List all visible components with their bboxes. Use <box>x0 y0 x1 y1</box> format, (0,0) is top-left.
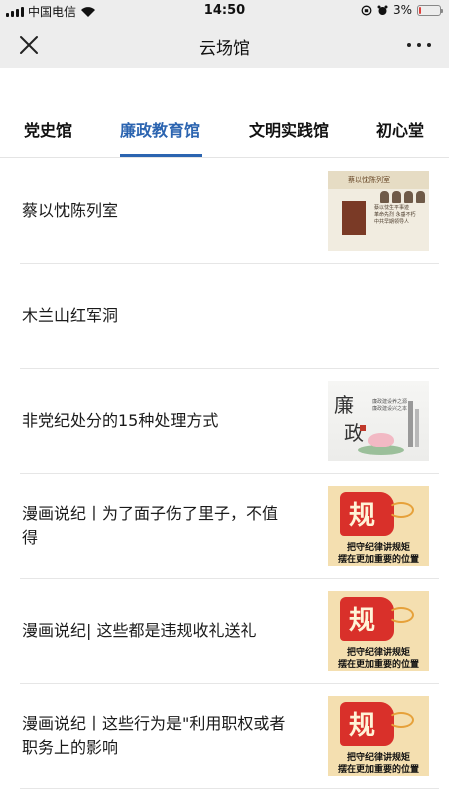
tab-original-aspiration[interactable]: 初心堂 <box>376 117 424 141</box>
list-item[interactable]: 蔡以忱陈列室 蔡以忱陈列室 蔡以忱生平事迹 革命先烈 永垂不朽 中共早期领导人 <box>20 159 439 264</box>
tab-clean-governance[interactable]: 廉政教育馆 <box>120 117 200 141</box>
thumb-char: 廉 <box>334 393 354 417</box>
thumbnail-image: 蔡以忱陈列室 蔡以忱生平事迹 革命先烈 永垂不朽 中共早期领导人 <box>328 171 429 251</box>
page-title: 云场馆 <box>199 39 250 59</box>
thumb-char: 规 <box>349 606 376 636</box>
tab-civilization-practice[interactable]: 文明实践馆 <box>249 117 329 141</box>
list-item[interactable]: 非党纪处分的15种处理方式 廉 政 廉政建设养之源 廉政建设兴之本 <box>20 369 439 474</box>
thumbnail-image: 规 把守纪律讲规矩 摆在更加重要的位置 <box>328 486 429 566</box>
item-title: 漫画说纪| 这些都是违规收礼送礼 <box>22 621 257 640</box>
thumb-line: 摆在更加重要的位置 <box>337 765 419 775</box>
item-title: 木兰山红军洞 <box>22 306 119 325</box>
thumb-text: 蔡以忱生平事迹 革命先烈 永垂不朽 中共早期领导人 <box>374 205 416 225</box>
nav-bar: 云场馆 <box>0 22 449 68</box>
battery-percent: 3% <box>392 3 412 17</box>
list-item[interactable]: 漫画说纪丨为了面子伤了里子，不值得 规 把守纪律讲规矩 摆在更加重要的位置 <box>20 474 439 579</box>
orientation-lock-icon <box>361 5 372 15</box>
list-item[interactable]: 木兰山红军洞 <box>20 264 439 369</box>
thumb-char: 规 <box>349 501 376 531</box>
list-item[interactable]: 漫画说纪丨这些行为是"利用职权或者职务上的影响 规 把守纪律讲规矩 摆在更加重要… <box>20 684 439 789</box>
status-right: 3% <box>361 3 443 17</box>
item-title: 非党纪处分的15种处理方式 <box>22 411 219 430</box>
more-icon[interactable] <box>407 35 431 55</box>
thumbnail-image: 规 把守纪律讲规矩 摆在更加重要的位置 <box>328 591 429 671</box>
thumb-line: 摆在更加重要的位置 <box>337 555 419 565</box>
thumb-line: 摆在更加重要的位置 <box>337 660 419 670</box>
thumb-char: 规 <box>349 711 376 741</box>
article-list: 蔡以忱陈列室 蔡以忱陈列室 蔡以忱生平事迹 革命先烈 永垂不朽 中共早期领导人 … <box>0 159 449 789</box>
item-title: 蔡以忱陈列室 <box>22 201 119 220</box>
item-title: 漫画说纪丨这些行为是"利用职权或者职务上的影响 <box>22 714 286 757</box>
thumbnail-image: 廉 政 廉政建设养之源 廉政建设兴之本 <box>328 381 429 461</box>
list-item[interactable]: 漫画说纪| 这些都是违规收礼送礼 规 把守纪律讲规矩 摆在更加重要的位置 <box>20 579 439 684</box>
item-title: 漫画说纪丨为了面子伤了里子，不值得 <box>22 504 279 547</box>
thumb-char: 政 <box>344 421 364 445</box>
battery-icon <box>417 4 443 16</box>
thumbnail-image: 规 把守纪律讲规矩 摆在更加重要的位置 <box>328 696 429 776</box>
thumb-text: 廉政建设养之源 廉政建设兴之本 <box>372 399 408 412</box>
alarm-icon <box>377 5 388 15</box>
active-tab-indicator <box>120 154 202 157</box>
battery-fill <box>419 6 421 14</box>
tab-party-history[interactable]: 党史馆 <box>24 117 72 141</box>
thumb-banner-text: 蔡以忱陈列室 <box>348 176 390 184</box>
status-bar: 中国电信 14:50 3% <box>0 0 449 22</box>
tab-bar: 党史馆 廉政教育馆 文明实践馆 初心堂 <box>0 100 449 158</box>
